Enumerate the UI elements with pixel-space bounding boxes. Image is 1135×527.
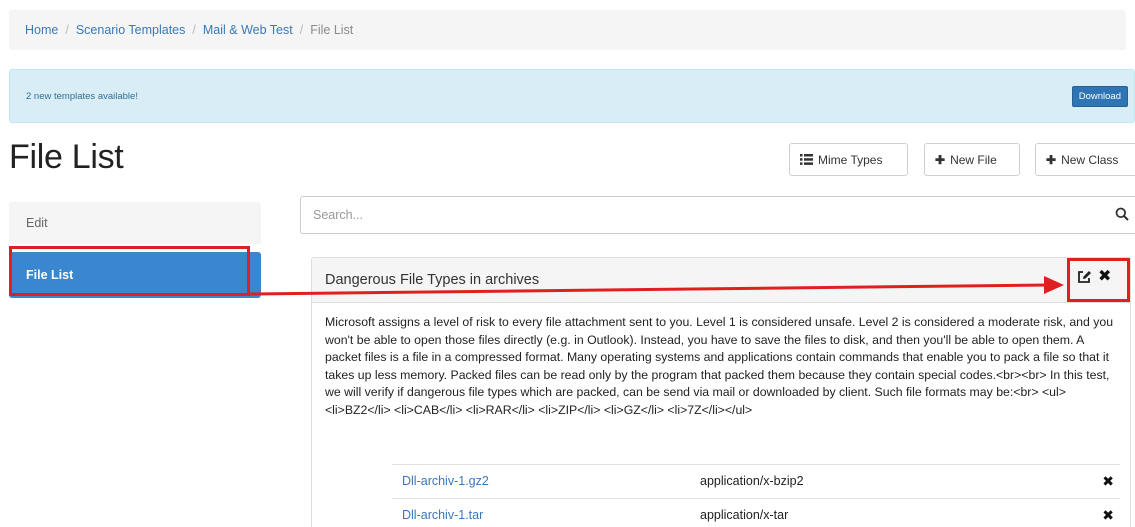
new-class-button[interactable]: ✚ New Class [1035,143,1135,176]
file-mime: application/x-tar [700,508,789,522]
mime-types-button[interactable]: Mime Types [789,143,908,176]
breadcrumb-scenario-templates[interactable]: Scenario Templates [76,23,186,37]
plus-icon: ✚ [935,152,946,167]
search-bar [300,196,1135,234]
new-templates-alert: 2 new templates available! Download [9,69,1135,123]
file-row: Dll-archiv-1.tar application/x-tar ✖ [392,498,1120,527]
file-row: Dll-archiv-1.gz2 application/x-bzip2 ✖ [392,464,1120,494]
file-link[interactable]: Dll-archiv-1.gz2 [402,474,489,488]
sidebar: Edit File List [9,202,261,298]
page-title: File List [9,138,124,176]
sidebar-item-label: File List [26,268,74,282]
breadcrumb: Home / Scenario Templates / Mail & Web T… [9,10,1126,50]
breadcrumb-separator: / [299,23,304,37]
file-link[interactable]: Dll-archiv-1.tar [402,508,483,522]
panel-title: Dangerous File Types in archives [325,272,540,288]
panel-actions: ✖ [1076,269,1111,285]
search-icon[interactable] [1115,207,1129,221]
plus-icon: ✚ [1046,152,1057,167]
new-class-label: New Class [1061,152,1119,167]
panel-description: Microsoft assigns a level of risk to eve… [325,315,1114,417]
download-button[interactable]: Download [1071,86,1128,107]
new-file-button[interactable]: ✚ New File [924,143,1020,176]
breadcrumb-separator: / [192,23,196,37]
edit-icon[interactable] [1076,269,1092,285]
delete-file-icon[interactable]: ✖ [1102,507,1114,524]
sidebar-item-label: Edit [26,216,48,230]
panel-heading: Dangerous File Types in archives [312,258,1130,303]
sidebar-item-file-list[interactable]: File List [9,252,261,298]
breadcrumb-separator: / [65,23,69,37]
file-class-panel: Dangerous File Types in archives Microso… [311,257,1131,527]
mime-types-label: Mime Types [818,152,883,167]
breadcrumb-mail-web-test[interactable]: Mail & Web Test [203,23,293,37]
breadcrumb-current: File List [310,23,354,37]
close-icon[interactable]: ✖ [1098,269,1111,285]
delete-file-icon[interactable]: ✖ [1102,473,1114,490]
file-mime: application/x-bzip2 [700,474,804,488]
sidebar-item-edit[interactable]: Edit [9,202,261,244]
search-input[interactable] [301,197,1101,233]
new-file-label: New File [950,152,997,167]
alert-text: 2 new templates available! [26,91,138,102]
breadcrumb-home[interactable]: Home [25,23,58,37]
list-icon [800,154,813,165]
